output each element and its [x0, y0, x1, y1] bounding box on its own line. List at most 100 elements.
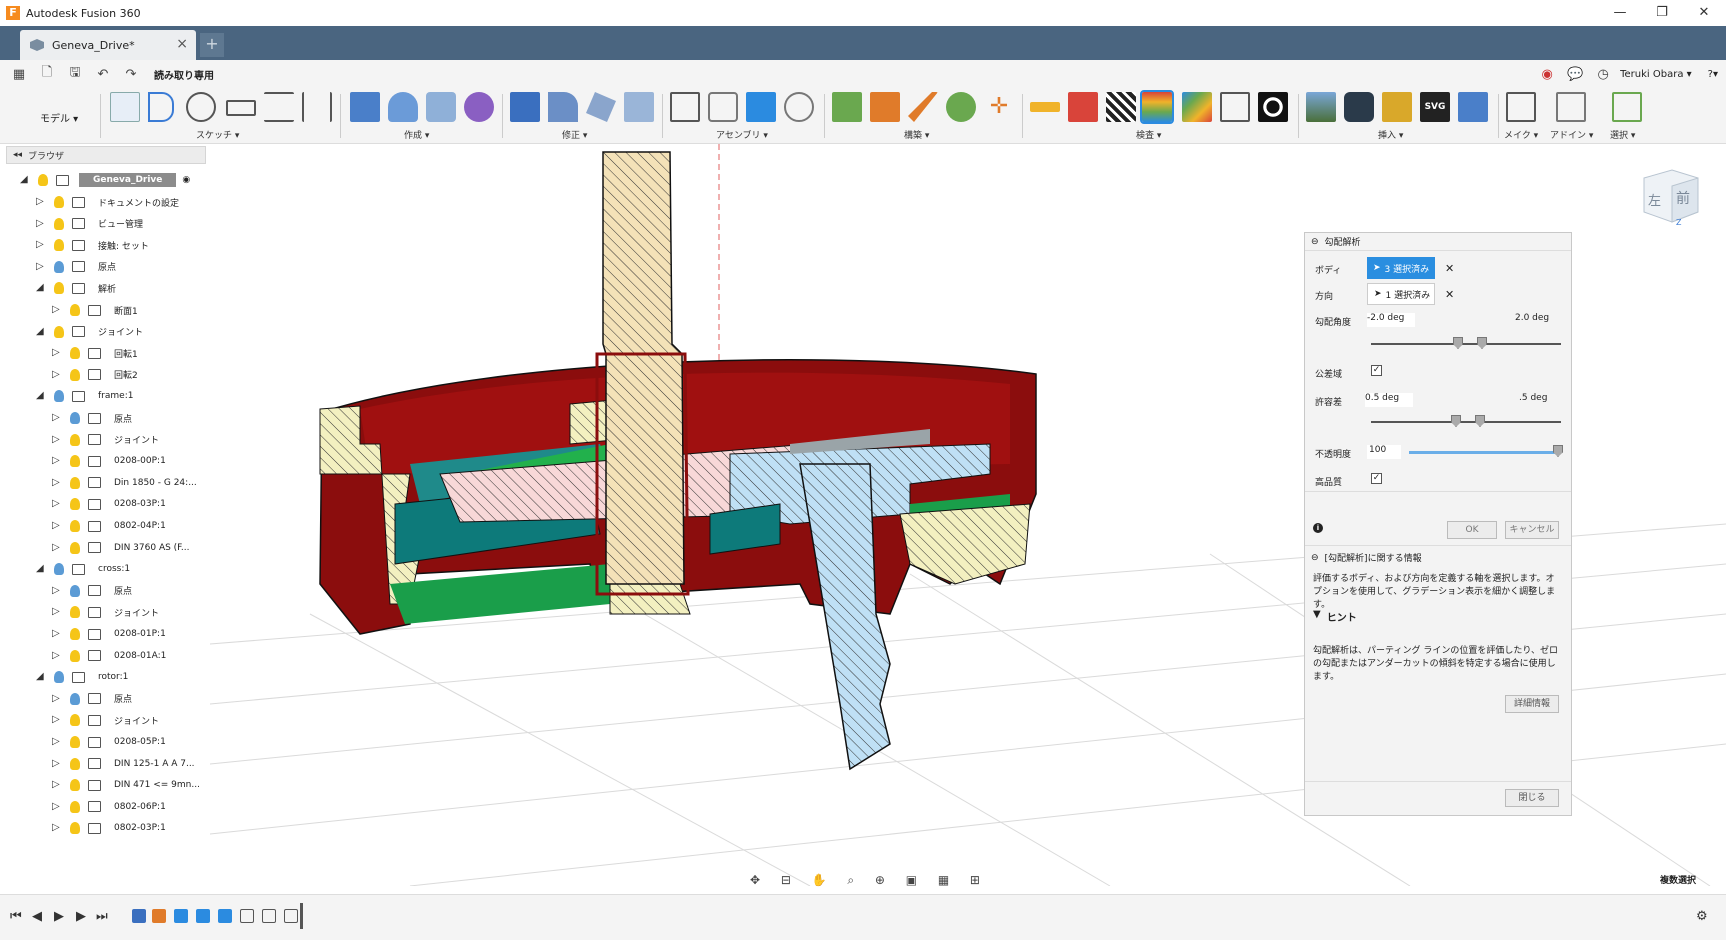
browser-item[interactable]: ▷ ジョイント: [52, 710, 162, 730]
visibility-bulb-icon[interactable]: [54, 282, 64, 295]
visibility-bulb-icon[interactable]: [54, 217, 64, 230]
group-make[interactable]: メイク ▾: [1504, 128, 1538, 141]
visibility-bulb-icon[interactable]: [70, 520, 80, 532]
group-create[interactable]: 作成 ▾: [404, 128, 429, 141]
save-icon[interactable]: 🖫: [66, 65, 84, 83]
viewports-icon[interactable]: ⊞: [970, 873, 980, 887]
visibility-bulb-icon[interactable]: [54, 239, 64, 252]
3d-print-icon[interactable]: [1506, 92, 1536, 122]
visibility-bulb-icon[interactable]: [54, 325, 64, 338]
joint-icon[interactable]: [708, 92, 738, 122]
orbit-icon[interactable]: ✥: [750, 873, 760, 887]
offset-icon[interactable]: [264, 92, 294, 122]
browser-item[interactable]: ▷ 0208-01A:1: [52, 646, 169, 666]
group-sketch[interactable]: スケッチ ▾: [196, 128, 239, 141]
timeline-feature-joint-3[interactable]: [262, 909, 276, 923]
hint-expand-icon[interactable]: ▼: [1313, 609, 1321, 624]
timeline-feature-joint-2[interactable]: [240, 909, 254, 923]
opacity-handle[interactable]: [1553, 445, 1563, 457]
insert-dxf-icon[interactable]: [1458, 92, 1488, 122]
expand-icon[interactable]: ▷: [52, 585, 62, 596]
scripts-addins-icon[interactable]: [1556, 92, 1586, 122]
group-insert[interactable]: 挿入 ▾: [1378, 128, 1403, 141]
browser-root[interactable]: ◢ Geneva_Drive ◉: [20, 170, 190, 190]
redo-icon[interactable]: ↷: [122, 65, 140, 83]
close-dialog-button[interactable]: 閉じる: [1505, 789, 1559, 807]
browser-item[interactable]: ◢ ジョイント: [36, 322, 146, 342]
info-icon[interactable]: i: [1313, 523, 1323, 533]
browser-item[interactable]: ▷ DIN 125-1 A A 7...: [52, 754, 198, 774]
group-assemble[interactable]: アセンブリ ▾: [716, 128, 768, 141]
fillet-icon[interactable]: [548, 92, 578, 122]
angle-min-input[interactable]: -2.0 deg: [1367, 313, 1415, 327]
tolerance-min-input[interactable]: 0.5 deg: [1365, 393, 1413, 407]
body-select-button[interactable]: ➤ 3 選択済み: [1367, 257, 1435, 279]
browser-item[interactable]: ▷ ジョイント: [52, 602, 162, 622]
visibility-bulb-icon[interactable]: [70, 757, 80, 770]
minimize-button[interactable]: —: [1600, 0, 1640, 26]
new-component-icon[interactable]: [670, 92, 700, 122]
angle-max-input[interactable]: 2.0 deg: [1515, 313, 1565, 327]
expand-icon[interactable]: ▷: [52, 715, 62, 725]
browser-item[interactable]: ▷ 0802-04P:1: [52, 516, 169, 536]
play-icon[interactable]: ▶: [54, 909, 64, 924]
go-to-start-icon[interactable]: ⏮: [10, 909, 22, 924]
browser-item[interactable]: ▷ ジョイント: [52, 430, 162, 450]
collapse-browser-icon[interactable]: ◂◂: [13, 150, 22, 160]
select-icon[interactable]: [1612, 92, 1642, 122]
as-built-joint-icon[interactable]: [746, 92, 776, 122]
line-icon[interactable]: [148, 92, 174, 122]
viewcube-left-face[interactable]: 左: [1648, 190, 1661, 209]
plane-at-angle-icon[interactable]: [870, 92, 900, 122]
expand-icon[interactable]: ▷: [52, 607, 62, 617]
visibility-bulb-icon[interactable]: [54, 260, 64, 273]
group-construct[interactable]: 構築 ▾: [904, 128, 929, 141]
insert-mesh-icon[interactable]: [1382, 92, 1412, 122]
browser-item[interactable]: ▷ DIN 3760 AS (F...: [52, 538, 193, 558]
timeline-feature-asbuilt-1[interactable]: [174, 909, 188, 923]
browser-item[interactable]: ▷ 0802-06P:1: [52, 797, 169, 817]
offset-plane-icon[interactable]: [832, 92, 862, 122]
tolerance-min-handle[interactable]: [1451, 415, 1461, 427]
browser-item[interactable]: ▷ 断面1: [52, 300, 141, 320]
angle-max-handle[interactable]: [1477, 337, 1487, 349]
browser-item[interactable]: ▷ Din 1850 - G 24:...: [52, 473, 200, 493]
data-panel-grid-icon[interactable]: ▦: [10, 65, 28, 83]
expand-icon[interactable]: ▷: [52, 369, 62, 380]
visibility-bulb-icon[interactable]: [70, 736, 80, 748]
direction-select-button[interactable]: ➤ 1 選択済み: [1367, 283, 1435, 305]
browser-item[interactable]: ▷ 回転1: [52, 343, 141, 363]
expand-icon[interactable]: ▷: [52, 650, 62, 661]
rectangle-icon[interactable]: [226, 100, 256, 116]
expand-icon[interactable]: ▷: [52, 629, 62, 639]
look-at-icon[interactable]: ⊟: [781, 873, 791, 887]
visibility-bulb-icon[interactable]: [70, 628, 80, 640]
visibility-bulb-icon[interactable]: [70, 347, 80, 360]
collapse-info-icon[interactable]: ⊖: [1311, 553, 1319, 563]
collapse-icon[interactable]: ◢: [36, 672, 46, 682]
display-settings-icon[interactable]: ▣: [906, 873, 917, 887]
browser-item[interactable]: ▷ 0802-03P:1: [52, 818, 169, 838]
browser-item[interactable]: ▷ 回転2: [52, 365, 141, 385]
activate-radio-icon[interactable]: ◉: [182, 175, 190, 185]
collapse-icon[interactable]: ◢: [36, 326, 46, 337]
sphere-icon[interactable]: [464, 92, 494, 122]
expand-icon[interactable]: ▷: [52, 456, 62, 466]
pan-icon[interactable]: ✋: [812, 873, 827, 887]
measure-icon[interactable]: [1030, 102, 1060, 112]
tab-close-icon[interactable]: ×: [176, 36, 188, 52]
browser-item[interactable]: ◢ frame:1: [36, 386, 136, 406]
record-icon[interactable]: ◉: [1538, 65, 1556, 83]
expand-icon[interactable]: ▷: [52, 801, 62, 812]
visibility-bulb-icon[interactable]: [70, 433, 80, 446]
clear-body-icon[interactable]: ✕: [1445, 262, 1454, 275]
angle-slider[interactable]: [1371, 343, 1561, 345]
press-pull-icon[interactable]: [510, 92, 540, 122]
collapse-icon[interactable]: ◢: [36, 391, 46, 401]
browser-header[interactable]: ◂◂ ブラウザ: [6, 146, 206, 164]
shell-icon[interactable]: [624, 92, 654, 122]
browser-item[interactable]: ▷ 接触: セット: [36, 235, 152, 255]
timeline-marker[interactable]: [300, 903, 303, 929]
browser-item[interactable]: ▷ DIN 471 <= 9mn...: [52, 775, 203, 795]
timeline-feature-group[interactable]: [132, 909, 146, 923]
